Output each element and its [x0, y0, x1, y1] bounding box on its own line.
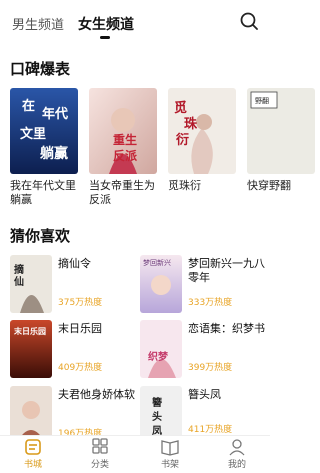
book-cover: 织梦	[140, 320, 182, 378]
svg-text:衍: 衍	[175, 132, 189, 148]
nav-category[interactable]: 分类	[75, 438, 125, 473]
svg-text:末日乐园: 末日乐园	[14, 326, 46, 336]
nav-bookstore[interactable]: 书城	[8, 438, 58, 473]
bottom-navigation: 书城 分类 书架 我的	[0, 435, 270, 473]
svg-text:觅: 觅	[174, 100, 187, 116]
book-cover: 梦回新兴	[140, 255, 182, 313]
svg-text:摘: 摘	[14, 263, 24, 276]
book-title: 恋语集：织梦书	[188, 322, 265, 335]
book-title: 当女帝重生为反派	[89, 179, 155, 206]
profile-icon	[229, 439, 245, 456]
book-cover: 末日乐园	[10, 320, 52, 378]
guess-book-0[interactable]: 摘 仙 摘仙令 375万热度	[10, 255, 135, 319]
section-title-recommend: 口碑爆表	[10, 60, 71, 78]
book-card-1[interactable]: 重生 反派 当女帝重生为反派	[89, 88, 157, 207]
book-title: 夫君他身娇体软	[58, 388, 135, 401]
book-title: 末日乐园	[58, 322, 102, 335]
guess-book-3[interactable]: 织梦 恋语集：织梦书 399万热度	[140, 320, 265, 384]
book-heat: 333万热度	[188, 298, 233, 308]
nav-label: 我的	[227, 460, 246, 470]
bookstore-icon	[25, 439, 41, 455]
bookshelf-icon	[161, 440, 179, 456]
book-heat: 411万热度	[188, 425, 233, 435]
svg-text:梦回新兴: 梦回新兴	[143, 258, 171, 267]
svg-text:仙: 仙	[14, 275, 24, 288]
book-card-2[interactable]: 觅 珠 衍 觅珠衍	[168, 88, 236, 193]
recommend-book-row: 在 年代 文里 躺赢 我在年代文里躺赢 重生 反派 当女帝重生为反派 觅 珠 衍…	[10, 88, 315, 208]
book-title: 快穿野翻	[247, 179, 291, 192]
svg-text:文里: 文里	[20, 126, 46, 142]
book-card-3[interactable]: 野翻 快穿野翻	[247, 88, 315, 193]
nav-label: 书架	[160, 460, 179, 470]
svg-text:簪: 簪	[152, 396, 162, 409]
section-title-guess: 猜你喜欢	[10, 227, 71, 245]
svg-text:反派: 反派	[113, 148, 138, 163]
book-heat: 375万热度	[58, 298, 103, 308]
book-title: 我在年代文里躺赢	[10, 179, 76, 206]
svg-text:在: 在	[22, 98, 35, 114]
guess-book-1[interactable]: 梦回新兴 梦回新兴一九八零年 333万热度	[140, 255, 265, 319]
svg-text:头: 头	[152, 410, 162, 423]
search-button[interactable]	[238, 10, 260, 32]
active-tab-indicator	[100, 36, 110, 39]
book-card-0[interactable]: 在 年代 文里 躺赢 我在年代文里躺赢	[10, 88, 78, 207]
search-icon	[240, 12, 258, 30]
nav-profile[interactable]: 我的	[212, 438, 262, 473]
book-cover: 摘 仙	[10, 255, 52, 313]
top-header: 男生频道 女生频道	[0, 0, 270, 44]
guess-book-2[interactable]: 末日乐园 末日乐园 409万热度	[10, 320, 135, 384]
nav-bookshelf[interactable]: 书架	[145, 438, 195, 473]
book-cover: 重生 反派	[89, 88, 157, 174]
book-cover: 野翻	[247, 88, 315, 174]
book-title: 摘仙令	[58, 257, 91, 270]
nav-label: 书城	[23, 460, 42, 470]
tab-male-channel[interactable]: 男生频道	[12, 14, 64, 33]
nav-label: 分类	[90, 460, 109, 470]
svg-text:珠: 珠	[184, 116, 198, 132]
svg-text:年代: 年代	[42, 106, 68, 122]
book-title: 觅珠衍	[168, 179, 201, 192]
svg-text:野翻: 野翻	[255, 96, 269, 105]
book-title: 梦回新兴一九八零年	[188, 257, 265, 284]
tab-female-channel[interactable]: 女生频道	[78, 14, 134, 34]
book-cover: 在 年代 文里 躺赢	[10, 88, 78, 174]
book-heat: 409万热度	[58, 363, 103, 373]
svg-text:织梦: 织梦	[148, 350, 169, 363]
category-grid-icon	[92, 438, 108, 454]
svg-text:躺赢: 躺赢	[40, 145, 68, 162]
svg-text:重生: 重生	[113, 132, 137, 147]
book-cover: 觅 珠 衍	[168, 88, 236, 174]
book-heat: 399万热度	[188, 363, 233, 373]
book-title: 簪头凤	[188, 388, 221, 401]
